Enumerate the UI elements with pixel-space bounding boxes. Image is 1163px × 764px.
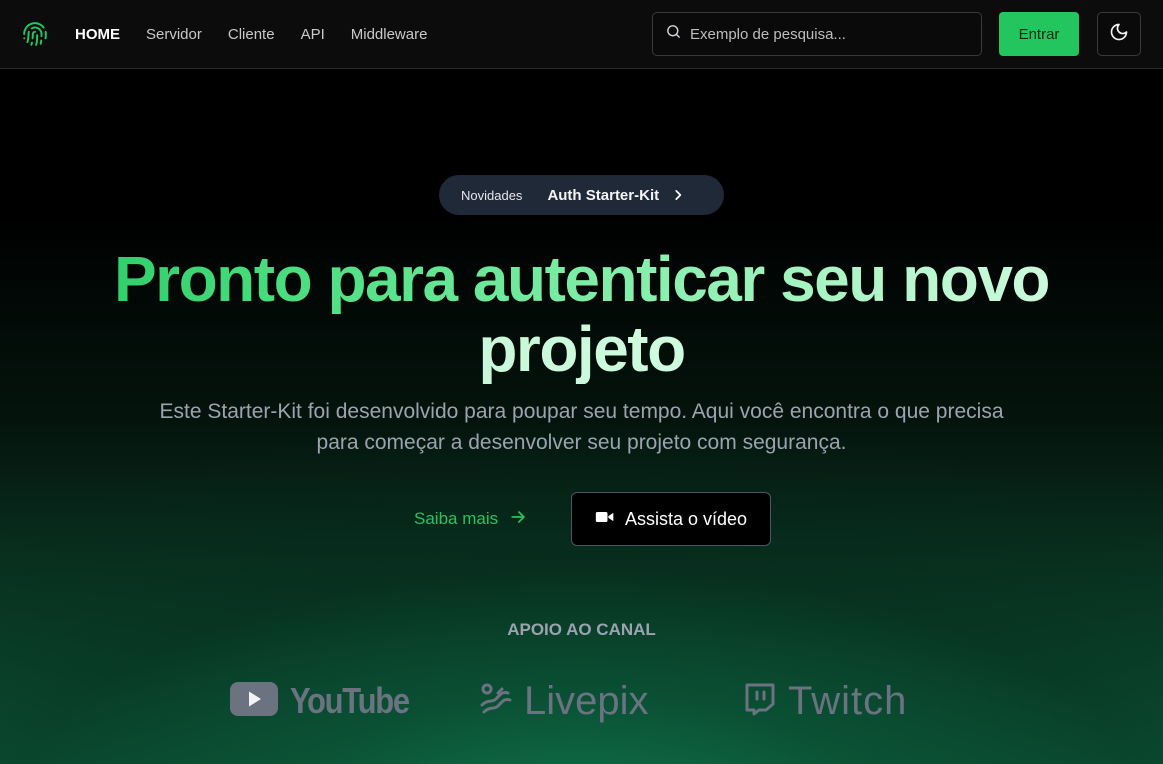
sponsor-livepix[interactable]: Livepix xyxy=(478,672,649,730)
hero-title-line-1: Pronto para autenticar seu novo xyxy=(0,244,1163,314)
search-input[interactable] xyxy=(690,25,960,43)
watch-video-label: Assista o vídeo xyxy=(624,508,748,529)
hero-title: Pronto para autenticar seu novo projeto xyxy=(0,244,1163,384)
search-icon xyxy=(665,23,682,45)
sponsor-twitch[interactable]: Twitch xyxy=(744,672,907,730)
nav-servidor[interactable]: Servidor xyxy=(146,26,202,43)
moon-icon xyxy=(1109,22,1129,47)
login-button[interactable]: Entrar xyxy=(999,12,1079,56)
arrow-right-icon xyxy=(498,507,528,532)
theme-toggle-button[interactable] xyxy=(1097,12,1141,56)
hero-subtitle: Este Starter-Kit foi desenvolvido para p… xyxy=(159,400,1004,454)
learn-more-label: Saiba mais xyxy=(414,509,499,528)
main-nav: HOME Servidor Cliente API Middleware xyxy=(75,0,453,69)
chevron-right-icon xyxy=(671,188,685,202)
youtube-icon xyxy=(230,681,278,721)
fingerprint-icon[interactable] xyxy=(22,20,48,48)
nav-api[interactable]: API xyxy=(301,26,325,43)
learn-more-link[interactable]: Saiba mais xyxy=(414,505,528,533)
video-camera-icon xyxy=(595,509,625,530)
watch-video-button[interactable]: Assista o vídeo xyxy=(571,492,771,546)
hero-title-line-2: projeto xyxy=(0,314,1163,384)
sponsor-livepix-name: Livepix xyxy=(524,678,649,723)
search-box[interactable] xyxy=(652,12,982,56)
sponsor-logos: YouTube Livepix Twitch xyxy=(0,672,1163,732)
sponsor-youtube-name: YouTube xyxy=(290,680,410,721)
support-title: APOIO AO CANAL xyxy=(507,620,656,639)
livepix-icon xyxy=(478,681,514,722)
nav-home[interactable]: HOME xyxy=(75,26,120,43)
nav-cliente[interactable]: Cliente xyxy=(228,26,275,43)
announcement-tag: Novidades xyxy=(461,187,523,203)
twitch-icon xyxy=(744,682,776,721)
announcement-pill[interactable]: Novidades Auth Starter-Kit xyxy=(439,175,724,215)
sponsor-twitch-name: Twitch xyxy=(788,678,908,723)
nav-middleware[interactable]: Middleware xyxy=(351,26,428,43)
top-navbar: HOME Servidor Cliente API Middleware Ent… xyxy=(0,0,1163,69)
sponsor-youtube[interactable]: YouTube xyxy=(230,672,428,730)
announcement-text: Auth Starter-Kit xyxy=(547,186,660,204)
